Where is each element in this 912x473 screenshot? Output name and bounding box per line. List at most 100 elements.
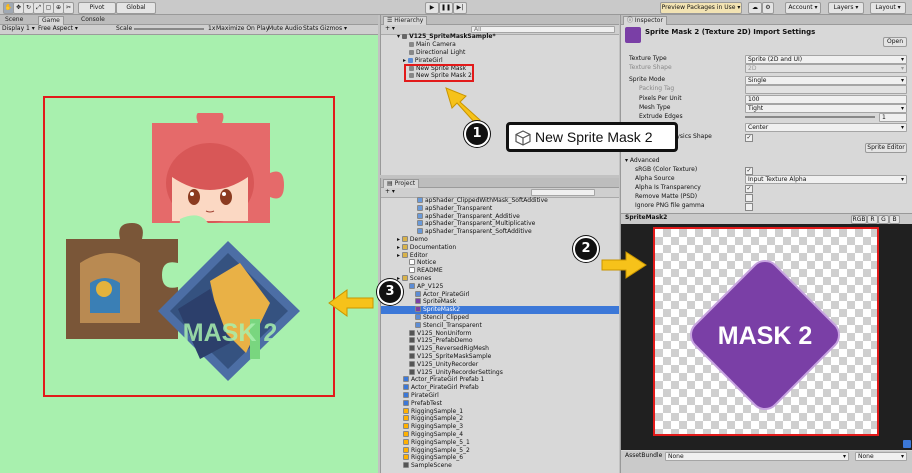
preview-packages-button[interactable]: Preview Packages in Use ▾: [660, 2, 742, 14]
project-item[interactable]: SampleScene: [381, 462, 619, 470]
channel-r-button[interactable]: R: [867, 215, 878, 224]
project-create-dropdown[interactable]: + ▾: [385, 188, 395, 196]
display-dropdown[interactable]: Display 1 ▾: [2, 25, 35, 33]
setting-field[interactable]: Center: [745, 123, 907, 132]
project-item[interactable]: RiggingSample_1: [381, 407, 619, 416]
project-item[interactable]: apShader_Transparent_SoftAdditive: [381, 228, 619, 236]
advanced-foldout[interactable]: ▾ Advanced: [625, 157, 660, 165]
tab-hierarchy[interactable]: ☰ Hierarchy: [383, 16, 428, 25]
create-dropdown[interactable]: + ▾: [385, 25, 395, 33]
asset-icon: [403, 392, 409, 398]
preview-toggle-icon[interactable]: [903, 440, 911, 448]
project-item-label: SpriteMask: [423, 298, 457, 306]
project-item[interactable]: apShader_Transparent_Additive: [381, 212, 619, 221]
channel-g-button[interactable]: G: [878, 215, 889, 224]
setting-label: Extrude Edges: [639, 113, 683, 120]
step-icon[interactable]: ▶|: [453, 2, 467, 14]
project-item-selected[interactable]: SpriteMask2: [381, 306, 619, 314]
alpha-source-dropdown[interactable]: Input Texture Alpha: [745, 175, 907, 184]
maximize-on-play-toggle[interactable]: Maximize On Play: [216, 25, 269, 33]
scale-slider[interactable]: [134, 28, 204, 30]
project-item[interactable]: Actor_PirateGirl: [381, 290, 619, 299]
project-item[interactable]: RiggingSample_5_1: [381, 438, 619, 447]
scene-root[interactable]: ▾ V125_SpriteMaskSample*: [397, 33, 496, 41]
global-button[interactable]: Global: [116, 2, 156, 14]
tab-scene[interactable]: Scene: [2, 16, 26, 24]
gizmos-dropdown[interactable]: Gizmos ▾: [320, 25, 347, 33]
collab-icon[interactable]: ☁: [748, 2, 762, 14]
aspect-dropdown[interactable]: Free Aspect ▾: [38, 25, 78, 33]
hierarchy-search-input[interactable]: All: [471, 26, 615, 33]
advanced-checkbox[interactable]: ✓: [745, 185, 753, 193]
project-title: Project: [394, 180, 416, 187]
mute-audio-toggle[interactable]: Mute Audio: [268, 25, 302, 33]
project-item[interactable]: V125_NonUniform: [381, 329, 619, 338]
project-item[interactable]: RiggingSample_4: [381, 431, 619, 439]
project-item[interactable]: RiggingSample_6: [381, 454, 619, 462]
project-item[interactable]: V125_SpriteMaskSample: [381, 353, 619, 361]
project-search-input[interactable]: [531, 189, 595, 196]
project-item[interactable]: RiggingSample_3: [381, 423, 619, 431]
project-item[interactable]: apShader_ClippedWithMask_SoftAdditive: [381, 197, 619, 205]
asset-icon: [417, 220, 423, 227]
project-item[interactable]: RiggingSample_2: [381, 415, 619, 423]
setting-field[interactable]: 100: [745, 95, 907, 104]
channel-rgb-button[interactable]: RGB: [851, 215, 867, 224]
tab-project[interactable]: ▤ Project: [383, 179, 420, 188]
sprite-editor-button[interactable]: Sprite Editor: [865, 143, 907, 153]
project-item[interactable]: AP_V125: [381, 282, 619, 291]
advanced-checkbox[interactable]: [745, 194, 753, 202]
project-item-label: apShader_Transparent_Additive: [425, 212, 520, 220]
hierarchy-item[interactable]: Directional Light: [409, 49, 465, 57]
extrude-edges-slider[interactable]: [745, 116, 875, 118]
texture-asset-icon: [625, 27, 641, 43]
project-item[interactable]: Stencil_Transparent: [381, 321, 619, 330]
extrude-edges-field[interactable]: 1: [879, 113, 907, 122]
pause-icon[interactable]: ❚❚: [439, 2, 453, 14]
channel-b-button[interactable]: B: [889, 215, 900, 224]
project-item[interactable]: PirateGirl: [381, 392, 619, 400]
setting-field[interactable]: Tight: [745, 104, 907, 113]
project-item[interactable]: V125_PrefabDemo: [381, 337, 619, 345]
project-item[interactable]: Stencil_Clipped: [381, 314, 619, 322]
setting-field[interactable]: Single: [745, 76, 907, 85]
hierarchy-item[interactable]: Main Camera: [409, 41, 456, 49]
advanced-checkbox[interactable]: [745, 203, 753, 211]
project-item-label: Editor: [409, 251, 428, 259]
tab-game[interactable]: Game: [38, 16, 64, 25]
tab-inspector[interactable]: ⓘ Inspector: [623, 16, 667, 25]
project-item[interactable]: README: [381, 267, 619, 275]
project-item[interactable]: SpriteMask: [381, 298, 619, 306]
project-item[interactable]: apShader_Transparent_Multiplicative: [381, 220, 619, 228]
project-item-label: RiggingSample_5_2: [411, 446, 470, 454]
layers-dropdown[interactable]: Layers ▾: [828, 2, 864, 14]
asset-icon: [409, 329, 415, 336]
project-item[interactable]: V125_ReversedRigMesh: [381, 345, 619, 353]
project-item[interactable]: ▸ Scenes: [381, 275, 619, 283]
pivot-button[interactable]: Pivot: [78, 2, 116, 14]
gameobject-icon: [409, 50, 414, 55]
setting-field[interactable]: Sprite (2D and UI): [745, 55, 907, 64]
project-item[interactable]: Actor_PirateGirl Prefab 1: [381, 376, 619, 384]
project-item[interactable]: V125_UnityRecorderSettings: [381, 368, 619, 377]
layout-dropdown[interactable]: Layout ▾: [870, 2, 906, 14]
custom-tool-icon[interactable]: ✂: [63, 2, 74, 14]
project-item[interactable]: RiggingSample_5_2: [381, 446, 619, 455]
project-item[interactable]: Actor_PirateGirl Prefab: [381, 384, 619, 392]
open-button[interactable]: Open: [883, 37, 907, 47]
account-dropdown[interactable]: Account ▾: [785, 2, 821, 14]
project-item[interactable]: V125_UnityRecorder: [381, 360, 619, 369]
scale-label: Scale: [116, 25, 133, 32]
project-item[interactable]: PrefabTest: [381, 399, 619, 408]
project-item[interactable]: apShader_Transparent: [381, 204, 619, 213]
play-icon[interactable]: ▶: [425, 2, 439, 14]
generate-physics-checkbox[interactable]: ✓: [745, 134, 753, 142]
services-icon[interactable]: ⚙: [762, 2, 774, 14]
asset-bundle-dropdown[interactable]: None: [665, 452, 849, 461]
stats-toggle[interactable]: Stats: [303, 25, 318, 33]
tab-console[interactable]: Console: [78, 16, 108, 24]
asset-bundle-variant-dropdown[interactable]: None: [855, 452, 907, 461]
hierarchy-item-selected[interactable]: New Sprite Mask 2: [409, 72, 472, 80]
asset-icon: [417, 204, 423, 211]
advanced-checkbox[interactable]: ✓: [745, 167, 753, 175]
